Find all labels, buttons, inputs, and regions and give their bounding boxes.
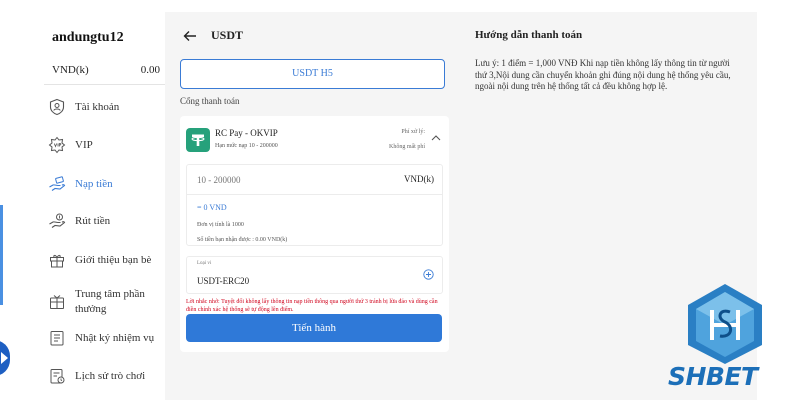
task-log-icon <box>48 329 66 347</box>
vip-badge-icon <box>48 136 66 154</box>
shbet-emblem-icon <box>688 284 762 364</box>
arrow-left-icon[interactable] <box>183 30 197 42</box>
withdraw-hand-icon <box>48 212 66 230</box>
converted-amount: = 0 VND <box>197 203 227 212</box>
sidebar-item-withdraw[interactable]: Rút tiền <box>48 212 160 230</box>
tether-icon <box>186 128 210 152</box>
fee-value: Không mất phí <box>389 144 425 150</box>
sidebar-item-refer[interactable]: Giới thiệu bạn bè <box>48 251 160 269</box>
username: andungtu12 <box>52 30 124 45</box>
sidebar-item-tasks[interactable]: Nhật ký nhiệm vụ <box>48 329 160 347</box>
left-edge-strip <box>0 205 3 305</box>
amount-unit: VND(k) <box>404 174 434 184</box>
balance-value: 0.00 <box>140 64 160 76</box>
sidebar-item-deposit[interactable]: Nạp tiền <box>48 175 160 193</box>
fee-label: Phí xử lý: <box>401 129 425 135</box>
page-header: USDT <box>183 28 243 43</box>
sidebar-item-label: Trung tâm phần thưởng <box>75 288 145 315</box>
page-title: USDT <box>211 28 244 42</box>
sidebar-item-label: Nạp tiền <box>75 177 113 190</box>
sidebar-item-history[interactable]: Lịch sử trò chơi <box>48 367 160 385</box>
unit-note: Đơn vị tính là 1000 <box>197 222 244 228</box>
guide-title: Hướng dẫn thanh toán <box>475 29 583 41</box>
collapse-toggle-button[interactable] <box>0 340 10 376</box>
reward-box-icon <box>48 293 66 311</box>
gateway-limit: Hạn mức nạp 10 - 200000 <box>215 143 278 149</box>
gift-icon <box>48 251 66 269</box>
sidebar-item-label: Tài khoản <box>75 100 120 113</box>
guide-text: Lưu ý: 1 điểm = 1,000 VNĐ Khi nạp tiền k… <box>475 58 731 92</box>
user-shield-icon <box>48 98 66 116</box>
sidebar-item-label: Lịch sử trò chơi <box>75 369 146 382</box>
submit-button[interactable]: Tiến hành <box>186 314 442 342</box>
sidebar-item-label: Nhật ký nhiệm vụ <box>75 331 155 344</box>
wallet-type-select[interactable]: Loại vi USDT-ERC20 <box>186 256 443 294</box>
gateway-name: RC Pay - OKVIP <box>215 128 278 138</box>
sidebar-divider <box>44 84 165 85</box>
sidebar-item-label: VIP <box>75 138 93 151</box>
shbet-logo: SHBET <box>666 282 784 394</box>
chevron-up-icon[interactable] <box>431 134 441 142</box>
deposit-form-card: RC Pay - OKVIP Hạn mức nạp 10 - 200000 P… <box>180 116 449 352</box>
sidebar: andungtu12 VND(k) 0.00 Tài khoản VIP Nạp… <box>0 0 165 400</box>
warning-notice: Lời nhắc nhở: Tuyệt đối không lấy thông … <box>186 299 438 314</box>
gateway-selector[interactable]: RC Pay - OKVIP Hạn mức nạp 10 - 200000 P… <box>186 124 443 156</box>
sidebar-item-label: Rút tiền <box>75 214 111 227</box>
received-amount: Số tiền bạn nhận được : 0.00 VND(k) <box>197 237 288 243</box>
chevron-right-icon <box>1 352 8 364</box>
sidebar-item-label: Giới thiệu bạn bè <box>75 253 152 266</box>
method-option-usdt-h5[interactable]: USDT H5 <box>180 59 445 89</box>
sidebar-item-rewards[interactable]: Trung tâm phần thưởng <box>48 287 160 317</box>
sidebar-item-account[interactable]: Tài khoản <box>48 98 160 116</box>
gateway-section-label: Cổng thanh toán <box>180 96 240 106</box>
brand-name: SHBET <box>668 362 758 391</box>
sidebar-item-vip[interactable]: VIP <box>48 136 160 154</box>
add-circle-icon[interactable] <box>423 269 434 280</box>
wallet-type-value: USDT-ERC20 <box>197 276 250 286</box>
history-icon <box>48 367 66 385</box>
amount-section: VND(k) = 0 VND Đơn vị tính là 1000 Số ti… <box>186 164 443 246</box>
balance-row: VND(k) 0.00 <box>52 64 160 76</box>
deposit-hand-icon <box>48 175 66 193</box>
balance-label: VND(k) <box>52 64 89 76</box>
wallet-type-label: Loại vi <box>197 261 212 266</box>
